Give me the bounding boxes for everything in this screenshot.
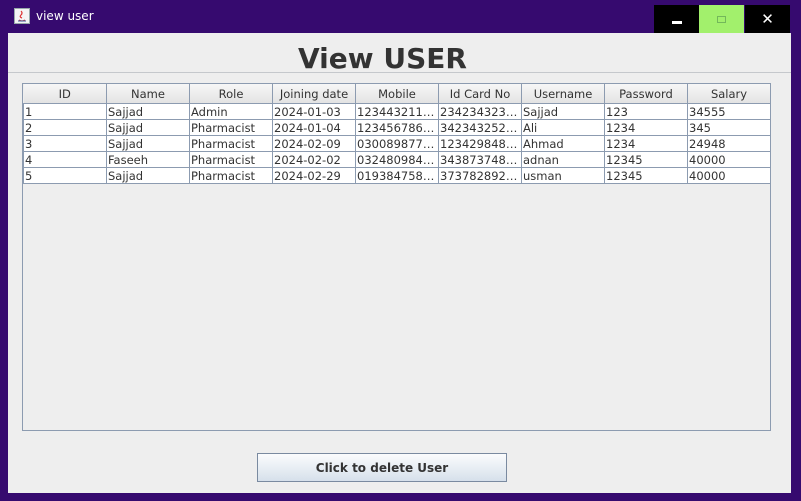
table-cell[interactable]: 12344321123 bbox=[355, 103, 439, 120]
table-cell[interactable]: 1234298485... bbox=[438, 135, 522, 152]
minimize-icon bbox=[671, 20, 682, 24]
table-cell[interactable]: 40000 bbox=[687, 151, 771, 168]
table-cell[interactable]: 12345 bbox=[604, 151, 688, 168]
table-cell[interactable]: Ali bbox=[521, 119, 605, 136]
column-header[interactable]: ID bbox=[23, 84, 107, 104]
table-cell[interactable]: 03248098489 bbox=[355, 151, 439, 168]
divider bbox=[8, 72, 791, 73]
content-panel: View USER ID Name Role Joining date Mobi… bbox=[8, 33, 791, 493]
column-header[interactable]: Salary bbox=[687, 84, 771, 104]
table-cell[interactable]: Pharmacist bbox=[189, 135, 273, 152]
column-header[interactable]: Password bbox=[604, 84, 688, 104]
table-cell[interactable]: 3 bbox=[23, 135, 107, 152]
delete-user-button[interactable]: Click to delete User bbox=[257, 453, 507, 482]
table-cell[interactable]: Pharmacist bbox=[189, 151, 273, 168]
table-cell[interactable]: Faseeh bbox=[106, 151, 190, 168]
table-cell[interactable]: 24948 bbox=[687, 135, 771, 152]
column-header[interactable]: Mobile bbox=[355, 84, 439, 104]
table-cell[interactable]: 3438737483... bbox=[438, 151, 522, 168]
table-cell[interactable]: 4 bbox=[23, 151, 107, 168]
table-cell[interactable]: 3737828928... bbox=[438, 167, 522, 184]
table-cell[interactable]: 1234 bbox=[604, 119, 688, 136]
java-app-icon bbox=[14, 8, 30, 24]
table-cell[interactable]: 2024-02-09 bbox=[272, 135, 356, 152]
column-header[interactable]: Role bbox=[189, 84, 273, 104]
table-cell[interactable]: 2024-01-04 bbox=[272, 119, 356, 136]
table-row[interactable]: 1 Sajjad Admin 2024-01-03 12344321123 23… bbox=[23, 103, 771, 120]
table-cell[interactable]: 5 bbox=[23, 167, 107, 184]
table-cell[interactable]: Pharmacist bbox=[189, 167, 273, 184]
close-icon: ✕ bbox=[761, 10, 774, 28]
table-row[interactable]: 2 Sajjad Pharmacist 2024-01-04 123456786… bbox=[23, 119, 771, 136]
table-cell[interactable]: 345 bbox=[687, 119, 771, 136]
app-window: view user ✕ View USER ID Name Role Joini… bbox=[0, 0, 801, 501]
column-header[interactable]: Name bbox=[106, 84, 190, 104]
table-cell[interactable]: 123 bbox=[604, 103, 688, 120]
table-cell[interactable]: 12345678654 bbox=[355, 119, 439, 136]
table-row[interactable]: 5 Sajjad Pharmacist 2024-02-29 019384758… bbox=[23, 167, 771, 184]
table-cell[interactable]: 2 bbox=[23, 119, 107, 136]
table-cell[interactable]: Sajjad bbox=[106, 103, 190, 120]
table-cell[interactable]: 01938475839 bbox=[355, 167, 439, 184]
users-table[interactable]: ID Name Role Joining date Mobile Id Card… bbox=[23, 84, 771, 184]
table-cell[interactable]: 2342343234... bbox=[438, 103, 522, 120]
table-cell[interactable]: 40000 bbox=[687, 167, 771, 184]
table-cell[interactable]: 03008987738 bbox=[355, 135, 439, 152]
column-header[interactable]: Id Card No bbox=[438, 84, 522, 104]
table-cell[interactable]: 34555 bbox=[687, 103, 771, 120]
table-header-row: ID Name Role Joining date Mobile Id Card… bbox=[23, 84, 771, 104]
table-cell[interactable]: Sajjad bbox=[521, 103, 605, 120]
maximize-button[interactable] bbox=[699, 5, 744, 33]
users-table-scrollpane[interactable]: ID Name Role Joining date Mobile Id Card… bbox=[22, 83, 771, 431]
table-cell[interactable]: 1234 bbox=[604, 135, 688, 152]
table-cell[interactable]: Sajjad bbox=[106, 135, 190, 152]
table-cell[interactable]: Ahmad bbox=[521, 135, 605, 152]
table-cell[interactable]: adnan bbox=[521, 151, 605, 168]
table-cell[interactable]: 2024-01-03 bbox=[272, 103, 356, 120]
table-cell[interactable]: 2024-02-29 bbox=[272, 167, 356, 184]
table-row[interactable]: 3 Sajjad Pharmacist 2024-02-09 030089877… bbox=[23, 135, 771, 152]
page-title: View USER bbox=[298, 42, 467, 75]
minimize-button[interactable] bbox=[654, 5, 699, 33]
table-cell[interactable]: 3423432523... bbox=[438, 119, 522, 136]
table-cell[interactable]: Sajjad bbox=[106, 119, 190, 136]
title-bar[interactable]: view user ✕ bbox=[0, 0, 801, 33]
table-cell[interactable]: Pharmacist bbox=[189, 119, 273, 136]
maximize-icon bbox=[717, 15, 726, 23]
table-cell[interactable]: usman bbox=[521, 167, 605, 184]
window-title: view user bbox=[36, 9, 94, 23]
table-cell[interactable]: Admin bbox=[189, 103, 273, 120]
close-button[interactable]: ✕ bbox=[745, 5, 790, 33]
column-header[interactable]: Joining date bbox=[272, 84, 356, 104]
table-cell[interactable]: Sajjad bbox=[106, 167, 190, 184]
column-header[interactable]: Username bbox=[521, 84, 605, 104]
table-row[interactable]: 4 Faseeh Pharmacist 2024-02-02 032480984… bbox=[23, 151, 771, 168]
table-cell[interactable]: 2024-02-02 bbox=[272, 151, 356, 168]
table-cell[interactable]: 12345 bbox=[604, 167, 688, 184]
table-cell[interactable]: 1 bbox=[23, 103, 107, 120]
